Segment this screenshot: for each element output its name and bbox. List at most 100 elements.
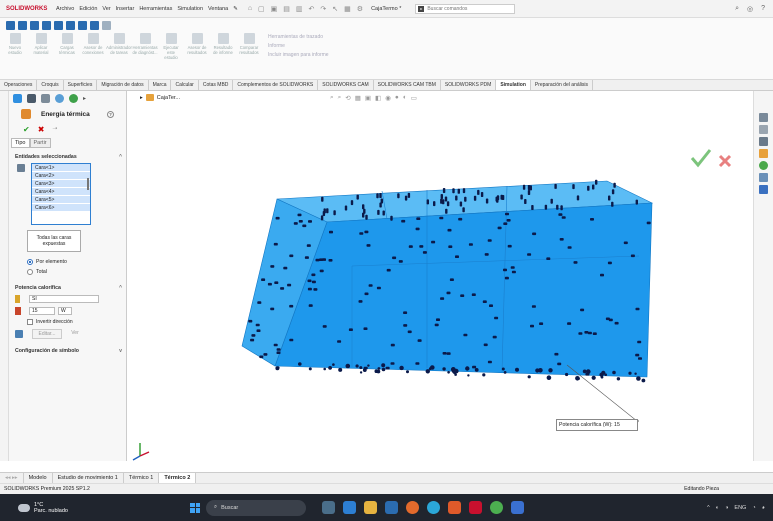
power-value-input[interactable]: 15 [29,307,55,315]
redo-icon[interactable]: ↷ [320,5,326,13]
ribbon-diagnostic-tools[interactable]: Herramientas de diagnóst... [132,33,158,60]
ribbon-compare-results[interactable]: Comparar resultados [238,33,260,60]
volume-icon[interactable]: ◕ [762,505,765,511]
tab-cam-tbm[interactable]: SOLIDWORKS CAM TBM [374,80,441,90]
command-search[interactable]: ▸ Buscar comandos [415,3,516,14]
tab-simulation[interactable]: Simulation [496,80,531,90]
tray-app-icon[interactable]: ◐ [716,505,719,511]
firefox-icon[interactable] [406,501,419,514]
magnifier-icon[interactable]: ⌕ [735,5,739,13]
tab-termico-1[interactable]: Térmico 1 [124,472,160,484]
tab-pdm[interactable]: SOLIDWORKS PDM [441,80,497,90]
target-icon[interactable] [55,93,64,103]
weather-widget[interactable]: 1°C Parc. nublado [0,502,190,514]
configuration-icon[interactable] [41,93,50,103]
tab-cotas-mbd[interactable]: Cotas MBD [199,80,234,90]
list-item[interactable]: Cara<5> [32,196,90,204]
tab-marca[interactable]: Marca [149,80,172,90]
heat-power-callout[interactable]: Potencia calorífica (W): 15 [556,419,638,431]
tab-calcular[interactable]: Calcular [171,80,199,90]
include-image-item[interactable]: Incluir imagen para informe [268,51,329,60]
report-item[interactable]: Informe [268,42,329,51]
solidworks-forum-icon[interactable] [759,185,768,194]
plot-tools-item[interactable]: Herramientas de trazado [268,33,329,42]
ribbon-new-study[interactable]: Nuevo estudio [4,33,26,60]
tab-modelo[interactable]: Modelo [24,472,53,484]
undo-icon[interactable]: ↶ [309,5,315,13]
library-icon[interactable] [759,137,768,146]
home-pane-icon[interactable] [759,113,768,122]
menu-herramientas[interactable]: Herramientas [139,6,172,12]
edge-icon[interactable] [427,501,440,514]
view-button[interactable]: Ver [65,329,85,339]
tab-partir[interactable]: Partir [29,138,51,148]
language-indicator[interactable]: ENG [734,505,746,511]
report-icon[interactable] [90,21,99,30]
tab-nav-arrows[interactable]: ◂◂ ▸▸ [0,472,24,484]
edit-button[interactable]: Editar... [32,329,62,339]
list-item[interactable]: Cara<1> [32,164,90,172]
app-icon[interactable] [511,501,524,514]
menu-ventana[interactable]: Ventana [208,6,228,12]
tab-migracion-datos[interactable]: Migración de datos [97,80,149,90]
store-icon[interactable] [385,501,398,514]
more-icon[interactable]: ▸ [83,95,86,102]
results-icon[interactable] [78,21,87,30]
tab-cam[interactable]: SOLIDWORKS CAM [318,80,374,90]
property-manager-icon[interactable] [27,93,36,103]
ribbon-thermal-loads[interactable]: Cargas térmicas [56,33,78,60]
tab-operaciones[interactable]: Operaciones [0,80,38,90]
fixture-icon[interactable] [18,21,27,30]
wifi-icon[interactable]: ◔ [752,505,755,511]
task-view-icon[interactable] [343,501,356,514]
list-item[interactable]: Cara<2> [32,172,90,180]
list-item[interactable]: Cara<6> [32,204,90,212]
mesh-icon[interactable] [42,21,51,30]
section-heat-power[interactable]: Potencia calorífica ^ [9,281,126,293]
cancel-x-icon[interactable]: ✖ [38,125,45,134]
help-icon[interactable]: ? [107,110,114,118]
file-explorer-icon[interactable] [364,501,377,514]
menu-edicion[interactable]: Edición [79,6,97,12]
resources-icon[interactable] [759,125,768,134]
powerpoint-icon[interactable] [448,501,461,514]
custom-properties-icon[interactable] [759,173,768,182]
chevron-up-icon[interactable]: ^ [707,505,710,511]
cancel-x-icon[interactable] [718,154,732,168]
tab-tipo[interactable]: Tipo [11,138,30,148]
rebuild-icon[interactable]: ▦ [344,5,351,13]
print-icon[interactable]: ▥ [296,5,303,13]
load-icon[interactable] [30,21,39,30]
ribbon-connections-advisor[interactable]: Asesor de conexiones [82,33,104,60]
tab-superficies[interactable]: Superficies [64,80,98,90]
section-selected-entities[interactable]: Entidades seleccionadas ^ [9,150,126,162]
thermal-box-model[interactable] [127,91,753,461]
invert-checkbox[interactable] [27,319,33,325]
list-item[interactable]: Cara<3> [32,180,90,188]
select-icon[interactable]: ↖ [332,5,338,13]
ok-check-icon[interactable]: ✔ [23,125,30,134]
menu-archivo[interactable]: Archivo [56,6,74,12]
tab-croquis[interactable]: Croquis [37,80,64,90]
section-symbol-config[interactable]: Configuración de símbolo v [9,344,126,356]
confirm-check-icon[interactable] [690,149,712,168]
tab-termico-2[interactable]: Térmico 2 [159,472,197,484]
box-front-face[interactable] [274,202,653,378]
windows-start-icon[interactable] [190,502,200,513]
study-icon[interactable] [6,21,15,30]
appearances-icon[interactable] [759,161,768,170]
widgets-icon[interactable] [322,501,335,514]
options-icon[interactable]: ⚙ [357,5,363,13]
radio-per-element[interactable]: Por elemento [9,257,126,267]
ribbon-task-manager[interactable]: Administrador de tareas [106,33,132,60]
tab-motion-study[interactable]: Estudio de movimiento 1 [53,472,124,484]
menu-ver[interactable]: Ver [102,6,110,12]
ribbon-results-advisor[interactable]: Asesor de resultados [186,33,208,60]
contact-icon[interactable] [54,21,63,30]
tray-app-icon[interactable]: ◑ [725,505,728,511]
help-icon[interactable]: ? [761,5,765,13]
chrome-icon[interactable] [490,501,503,514]
all-exposed-faces-button[interactable]: Todas las caras expuestas [27,230,81,252]
menu-simulation[interactable]: Simulation [177,6,203,12]
tab-preparacion-analisis[interactable]: Preparación del análisis [531,80,593,90]
